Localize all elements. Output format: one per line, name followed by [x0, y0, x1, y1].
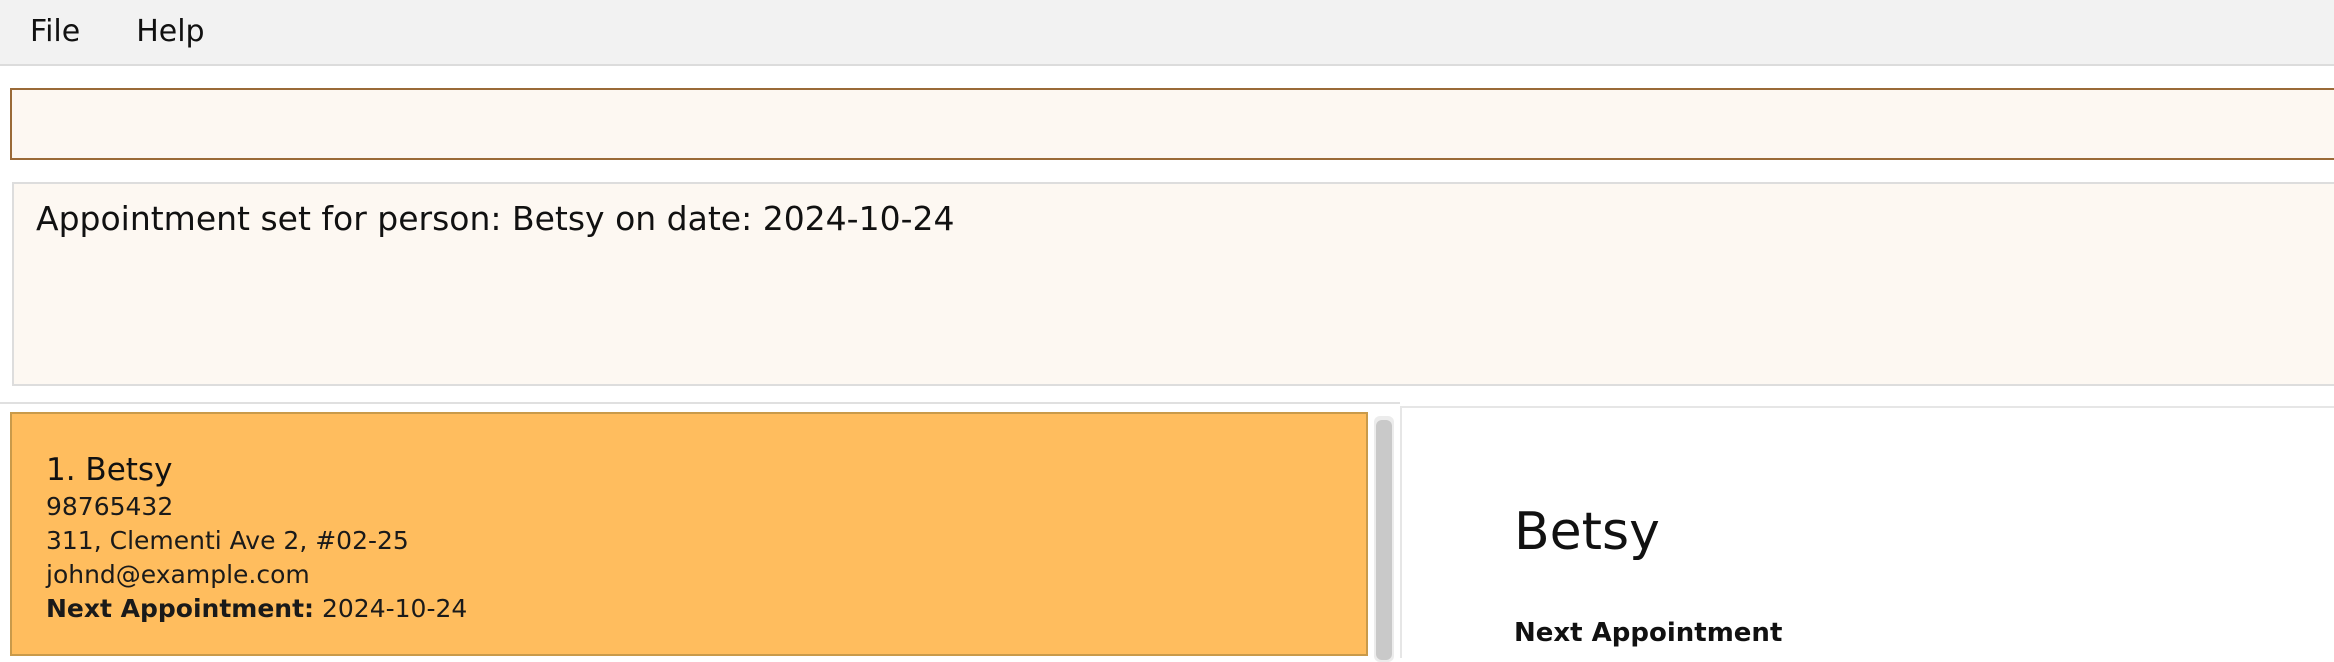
person-detail-panel: Betsy Next Appointment	[1400, 406, 2334, 658]
list-scroll-thumb[interactable]	[1376, 420, 1392, 660]
appointment-value: 2024-10-24	[322, 594, 468, 623]
detail-person-name: Betsy	[1514, 502, 1660, 562]
person-card-phone: 98765432	[46, 492, 174, 521]
menu-help[interactable]: Help	[136, 17, 204, 47]
person-card-name: 1. Betsy	[46, 452, 173, 488]
command-input[interactable]	[10, 88, 2334, 160]
appointment-label: Next Appointment:	[46, 594, 315, 623]
result-display: Appointment set for person: Betsy on dat…	[12, 182, 2334, 386]
person-card[interactable]: 1. Betsy 98765432 311, Clementi Ave 2, #…	[10, 412, 1368, 656]
person-list-panel: 1. Betsy 98765432 311, Clementi Ave 2, #…	[0, 402, 1400, 662]
person-card-email: johnd@example.com	[46, 560, 310, 589]
person-card-address: 311, Clementi Ave 2, #02-25	[46, 526, 409, 555]
menu-bar: File Help	[0, 0, 2334, 66]
menu-file[interactable]: File	[30, 17, 80, 47]
list-scrollbar[interactable]	[1374, 416, 1394, 662]
detail-appointment-heading: Next Appointment	[1514, 618, 1783, 648]
person-card-appointment: Next Appointment: 2024-10-24	[46, 592, 1366, 626]
result-message: Appointment set for person: Betsy on dat…	[36, 199, 955, 238]
